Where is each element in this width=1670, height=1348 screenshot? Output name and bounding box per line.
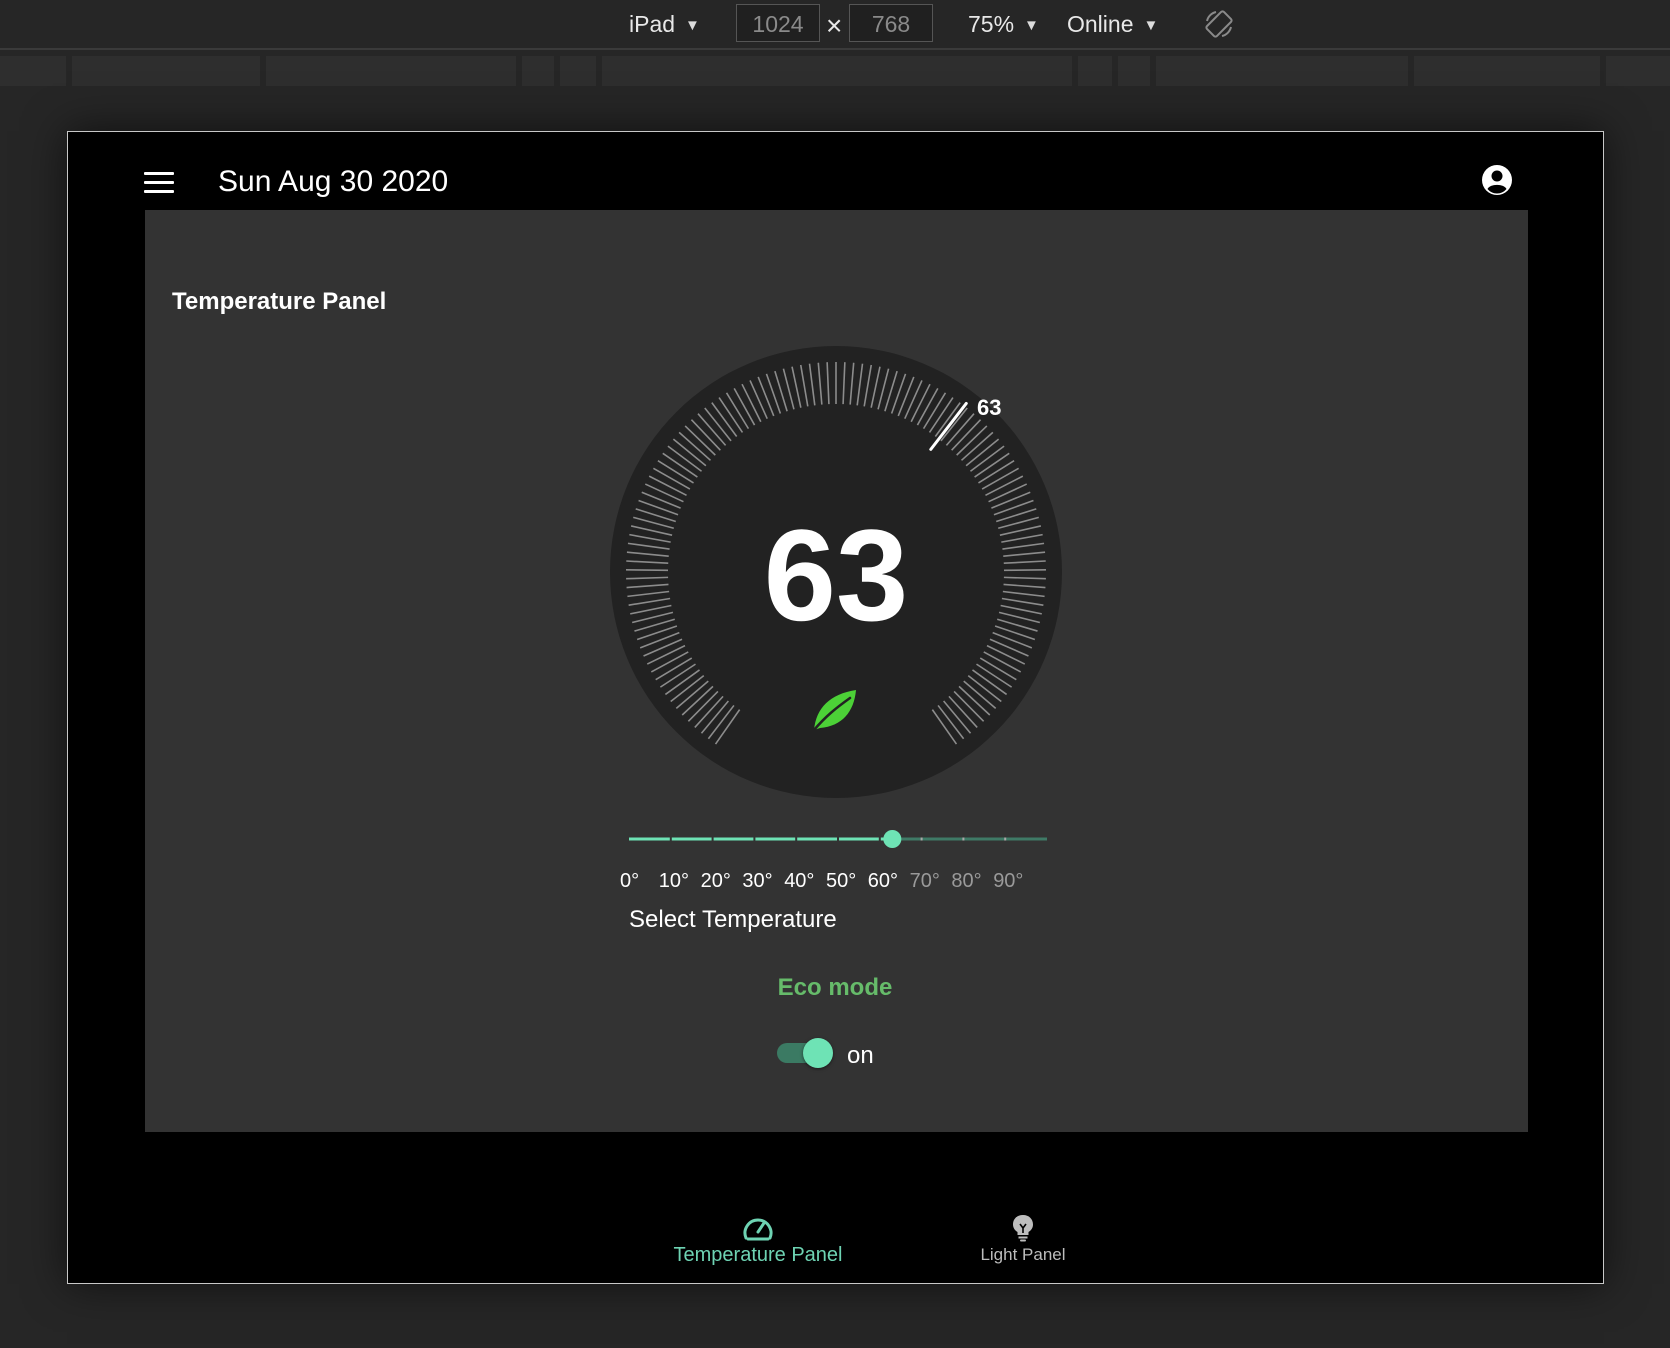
leaf-icon <box>812 690 856 732</box>
app-bar-date: Sun Aug 30 2020 <box>218 165 449 198</box>
current-temperature: 63 <box>763 502 909 648</box>
nav-temperature-panel[interactable]: Temperature Panel <box>658 1214 858 1267</box>
eco-toggle-state: on <box>847 1042 874 1069</box>
eco-mode-label: Eco mode <box>777 974 893 1001</box>
slider-tick-labels: 0° 10° 20° 30° 40° 50° 60° 70° 80° 90° <box>620 867 1040 897</box>
account-circle-icon[interactable] <box>1481 164 1513 196</box>
slider-thumb[interactable] <box>883 830 902 848</box>
zoom-select-label: 75% <box>968 11 1015 37</box>
nav-label: Light Panel <box>980 1245 1066 1264</box>
select-temperature-label: Select Temperature <box>629 906 837 933</box>
tick-label: 20° <box>700 870 731 892</box>
tick-label: 80° <box>951 870 982 892</box>
tick-label: 90° <box>993 870 1024 892</box>
chevron-down-icon: ▼ <box>1024 17 1039 34</box>
tick-label: 40° <box>784 870 815 892</box>
menu-icon[interactable] <box>144 172 174 194</box>
tick-label: 10° <box>658 870 690 892</box>
dial-marker-label: 63 <box>977 395 1002 420</box>
temperature-slider[interactable] <box>629 824 1047 854</box>
media-query-ruler <box>0 54 1670 88</box>
chevron-down-icon: ▼ <box>1143 17 1159 34</box>
device-viewport: Sun Aug 30 2020 Temperature Panel 63 63 … <box>67 131 1604 1284</box>
chevron-down-icon: ▼ <box>685 17 700 34</box>
eco-mode-toggle[interactable] <box>777 1036 835 1070</box>
tick-label: 60° <box>867 870 899 892</box>
network-select-label: Online <box>1067 11 1134 37</box>
toggle-thumb <box>803 1038 833 1068</box>
device-select-label: iPad <box>629 11 676 37</box>
tick-label: 30° <box>742 870 773 892</box>
tick-label: 70° <box>909 870 940 892</box>
speedometer-icon <box>743 1218 773 1241</box>
dimension-separator: × <box>826 10 843 41</box>
network-select[interactable]: Online ▼ <box>1067 0 1158 48</box>
device-select[interactable]: iPad ▼ <box>629 0 700 48</box>
zoom-select[interactable]: 75% ▼ <box>968 0 1039 48</box>
lightbulb-icon <box>1013 1215 1033 1242</box>
rotate-device-icon[interactable] <box>1204 9 1234 39</box>
tick-label: 50° <box>826 870 857 892</box>
temperature-panel: Temperature Panel 63 63 0° 10° 20° 30° 4… <box>145 210 1528 1132</box>
devtools-toolbar: iPad ▼ 1024 × 768 75% ▼ Online ▼ <box>0 0 1670 50</box>
width-input[interactable]: 1024 <box>736 4 820 42</box>
panel-title: Temperature Panel <box>172 288 387 315</box>
tick-label: 0° <box>620 870 640 892</box>
nav-light-panel[interactable]: Light Panel <box>948 1214 1098 1265</box>
height-input[interactable]: 768 <box>849 4 933 42</box>
nav-label: Temperature Panel <box>673 1244 843 1266</box>
